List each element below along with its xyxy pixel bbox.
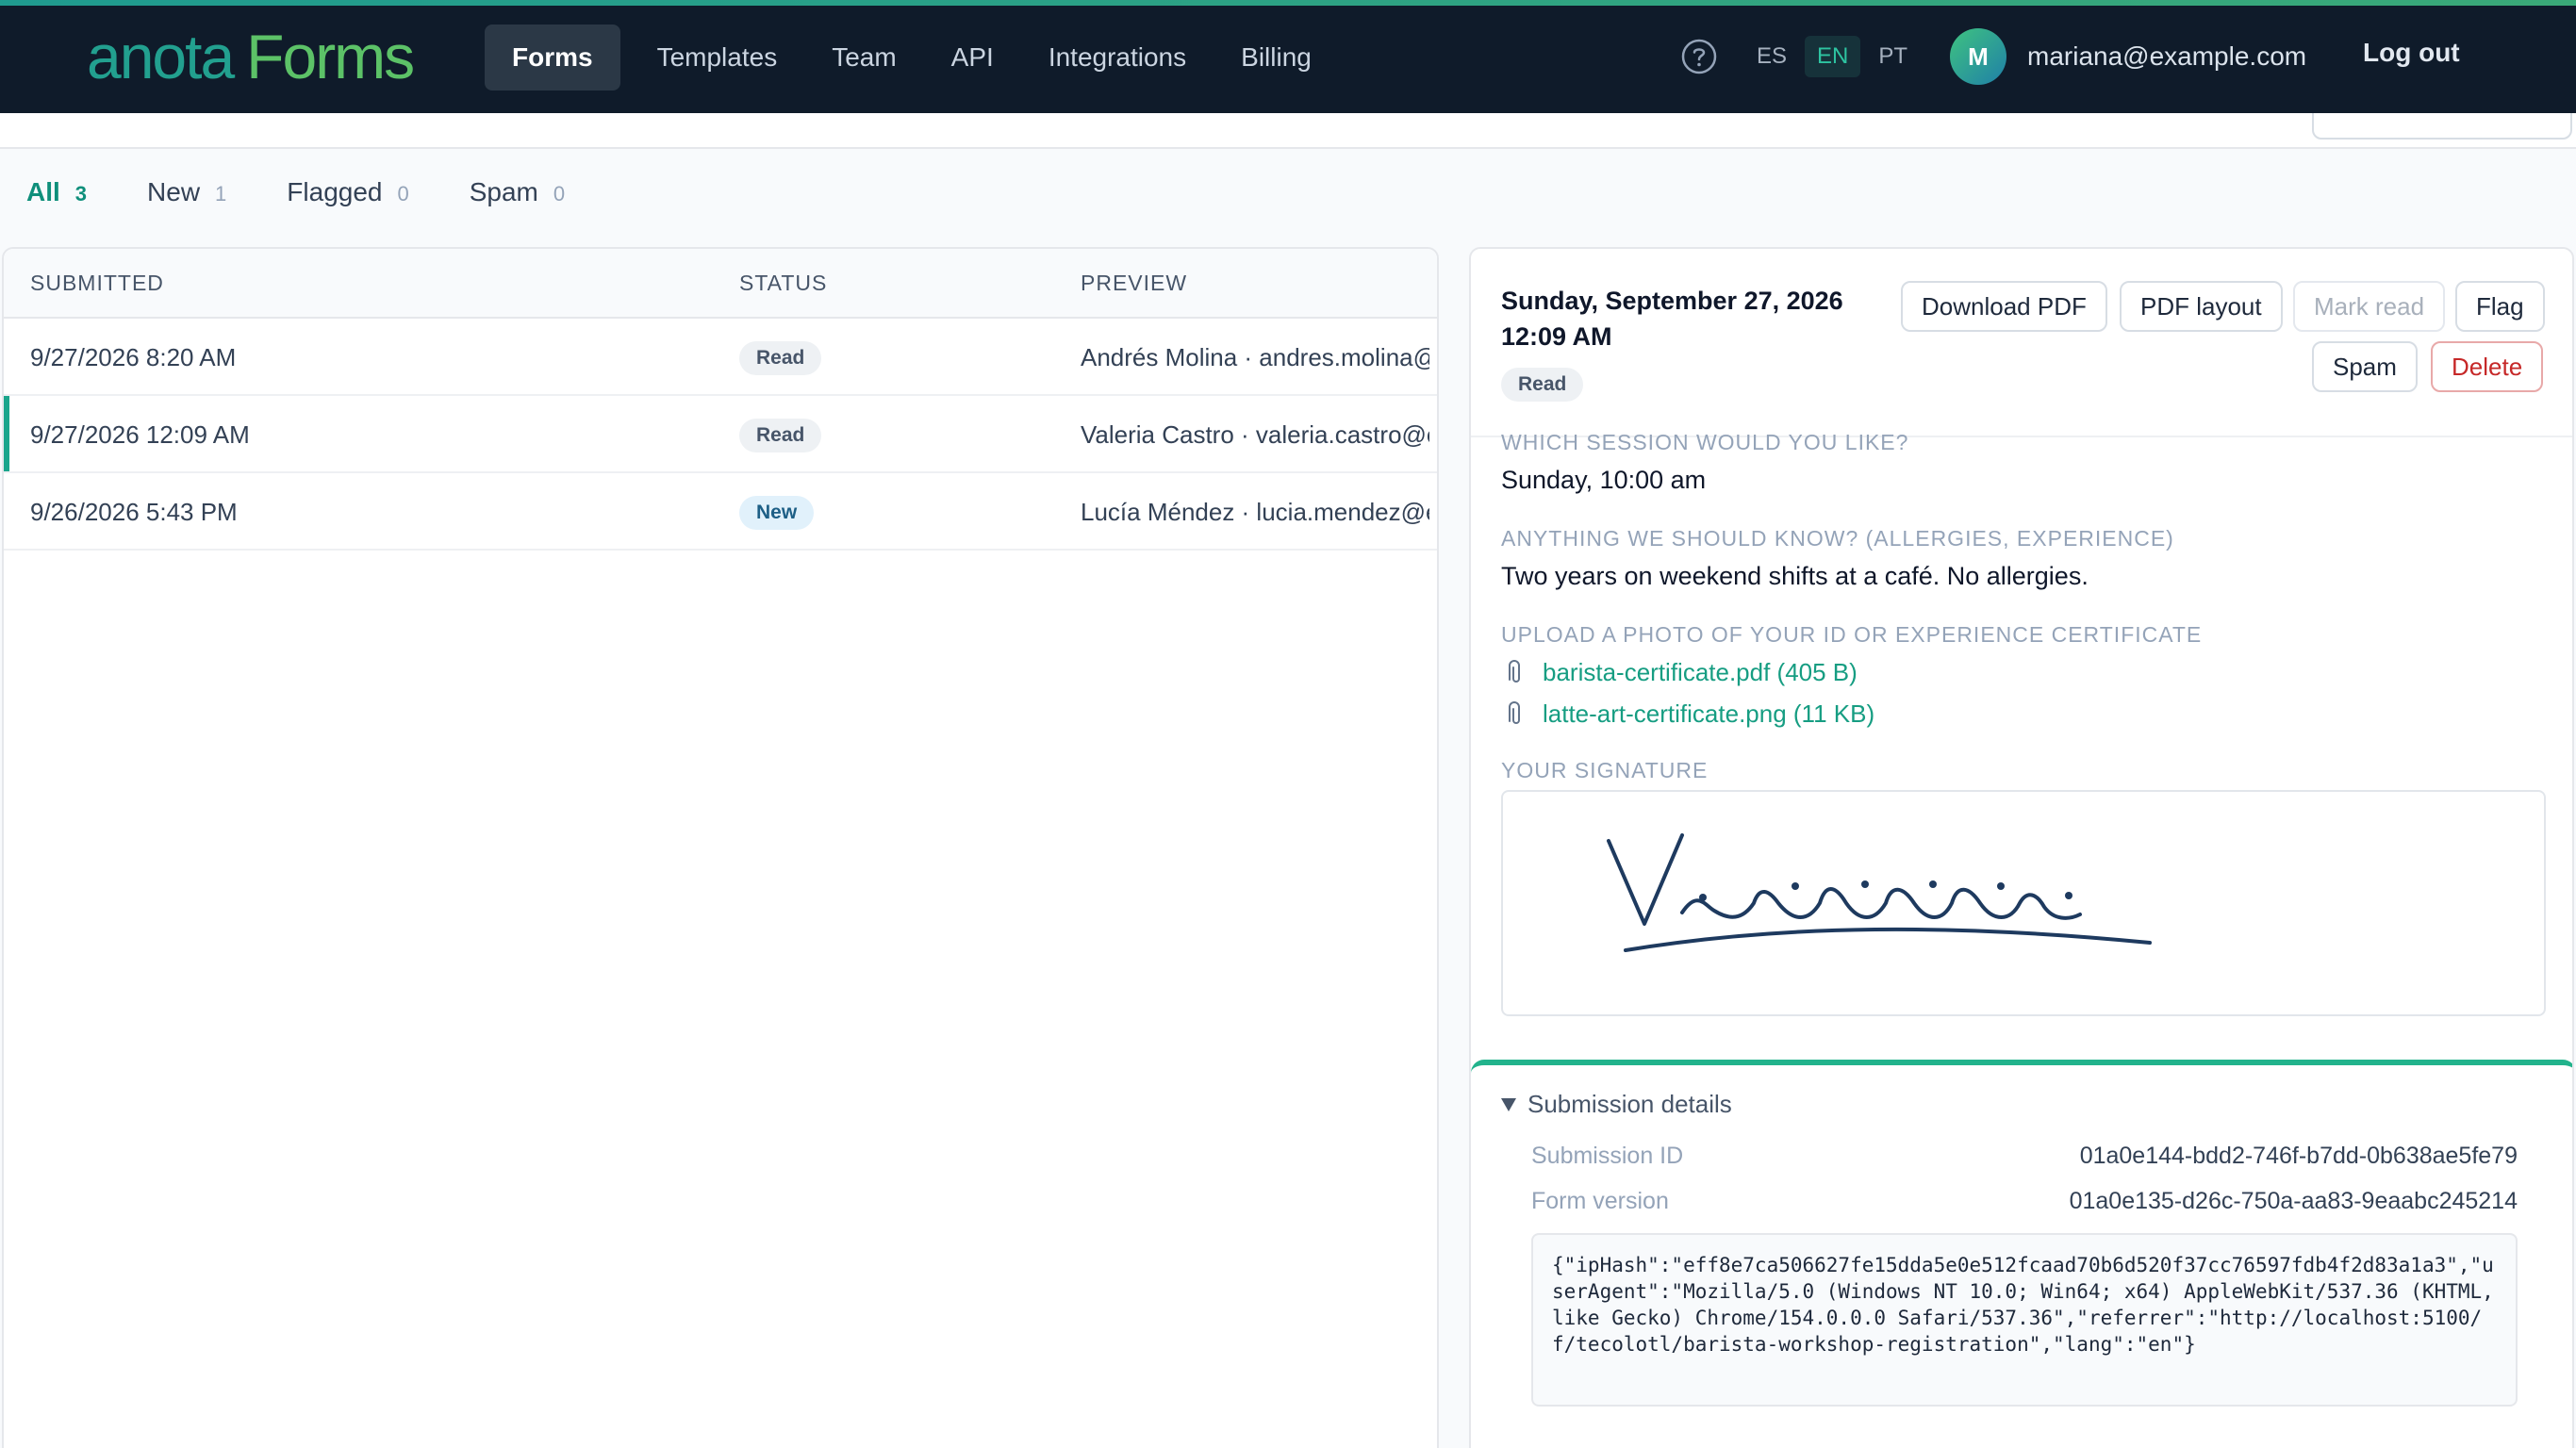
file-link-latte-art-certificate[interactable]: latte-art-certificate.png (11 KB) — [1501, 699, 1874, 729]
table-row-selected[interactable]: 9/27/2026 12:09 AM Read Valeria Castro ·… — [4, 396, 1437, 473]
logout-button[interactable]: Log out — [2363, 38, 2460, 68]
field-value-notes: Two years on weekend shifts at a café. N… — [1501, 562, 2089, 590]
filter-label: Spam — [469, 177, 538, 206]
form-version-value: 01a0e135-d26c-750a-aa83-9eaabc245214 — [2069, 1188, 2518, 1214]
row-submitted: 9/27/2026 8:20 AM — [30, 343, 237, 371]
nav-item-forms[interactable]: Forms — [485, 25, 620, 90]
language-switcher: ES EN PT — [1744, 36, 1920, 77]
submission-details-section: Submission details Submission ID 01a0e14… — [1471, 1060, 2572, 1448]
submission-details-label: Submission details — [1527, 1090, 1732, 1118]
header-action-button[interactable] — [2312, 113, 2572, 140]
lang-pt[interactable]: PT — [1866, 36, 1920, 77]
download-pdf-button[interactable]: Download PDF — [1901, 281, 2107, 332]
spam-button[interactable]: Spam — [2312, 341, 2418, 392]
app-logo[interactable]: anota Forms — [87, 21, 415, 92]
lang-en[interactable]: EN — [1805, 36, 1861, 77]
row-submitted: 9/27/2026 12:09 AM — [30, 420, 250, 449]
submission-details-toggle[interactable]: Submission details — [1501, 1090, 1732, 1119]
mark-read-button[interactable]: Mark read — [2293, 281, 2446, 332]
paperclip-icon — [1509, 659, 1520, 683]
field-label-signature: YOUR SIGNATURE — [1501, 758, 1709, 782]
submissions-table: SUBMITTED STATUS PREVIEW 9/27/2026 8:20 … — [2, 247, 1439, 1448]
row-preview: Valeria Castro · valeria.castro@example.… — [1081, 420, 1429, 449]
nav-item-templates[interactable]: Templates — [630, 25, 805, 90]
column-header-status[interactable]: STATUS — [739, 271, 827, 296]
column-header-submitted[interactable]: SUBMITTED — [30, 271, 164, 296]
paperclip-icon — [1509, 700, 1520, 724]
file-name: barista-certificate.pdf (405 B) — [1543, 658, 1858, 686]
field-label-session: WHICH SESSION WOULD YOU LIKE? — [1501, 430, 1909, 454]
status-badge: New — [739, 496, 815, 530]
help-circle-icon[interactable] — [1680, 38, 1718, 75]
column-header-preview: PREVIEW — [1081, 270, 1188, 295]
status-badge: Read — [739, 419, 822, 452]
filter-count: 0 — [553, 182, 566, 206]
file-link-barista-certificate[interactable]: barista-certificate.pdf (405 B) — [1501, 658, 1858, 687]
filter-count: 0 — [397, 182, 409, 206]
submission-detail-panel: Sunday, September 27, 2026 12:09 AM Read… — [1469, 247, 2574, 1448]
signature-drawing — [1607, 833, 2152, 952]
main-nav: Forms Templates Team API Integrations Bi… — [485, 25, 1339, 90]
nav-item-team[interactable]: Team — [804, 25, 923, 90]
filter-count: 3 — [74, 182, 88, 206]
nav-item-billing[interactable]: Billing — [1214, 25, 1339, 90]
status-badge: Read — [1501, 368, 1584, 402]
table-row[interactable]: 9/27/2026 8:20 AM Read Andrés Molina · a… — [4, 319, 1437, 396]
page-subheader — [0, 113, 2576, 149]
row-preview: Lucía Méndez · lucia.mendez@example.com — [1081, 498, 1429, 526]
metadata-json: {"ipHash":"eff8e7ca506627fe15dda5e0e512f… — [1531, 1233, 2518, 1407]
filter-tab-flagged[interactable]: Flagged 0 — [287, 177, 408, 207]
triangle-down-icon — [1501, 1097, 1516, 1111]
submission-id-label: Submission ID — [1531, 1143, 1684, 1169]
field-label-upload: UPLOAD A PHOTO OF YOUR ID OR EXPERIENCE … — [1501, 622, 2203, 647]
user-email[interactable]: mariana@example.com — [2027, 41, 2306, 72]
filter-tab-new[interactable]: New 1 — [147, 177, 226, 207]
table-header: SUBMITTED STATUS PREVIEW — [4, 249, 1437, 319]
delete-button[interactable]: Delete — [2431, 341, 2544, 392]
avatar[interactable]: M — [1950, 28, 2006, 85]
submission-time: 12:09 AM — [1501, 322, 1612, 351]
field-label-notes: ANYTHING WE SHOULD KNOW? (ALLERGIES, EXP… — [1501, 526, 2174, 551]
top-navbar: anota Forms Forms Templates Team API Int… — [0, 0, 2576, 113]
logo-text-anota: anota — [87, 22, 235, 91]
submission-date: Sunday, September 27, 2026 — [1501, 287, 1843, 315]
logo-text-forms: Forms — [246, 22, 415, 91]
submission-id-value: 01a0e144-bdd2-746f-b7dd-0b638ae5fe79 — [2079, 1143, 2518, 1169]
pdf-layout-button[interactable]: PDF layout — [2120, 281, 2283, 332]
file-name: latte-art-certificate.png (11 KB) — [1543, 699, 1875, 728]
form-version-label: Form version — [1531, 1188, 1669, 1214]
row-submitted: 9/26/2026 5:43 PM — [30, 498, 238, 526]
nav-item-integrations[interactable]: Integrations — [1021, 25, 1214, 90]
submission-datetime: Sunday, September 27, 2026 12:09 AM — [1501, 283, 1907, 354]
row-preview: Andrés Molina · andres.molina@example.co… — [1081, 343, 1429, 371]
filter-label: Flagged — [287, 177, 383, 206]
top-accent-bar — [0, 0, 2576, 6]
filter-tab-all[interactable]: All 3 — [26, 177, 87, 207]
field-value-session: Sunday, 10:00 am — [1501, 466, 1707, 494]
flag-button[interactable]: Flag — [2455, 281, 2545, 332]
table-row[interactable]: 9/26/2026 5:43 PM New Lucía Méndez · luc… — [4, 473, 1437, 551]
filter-count: 1 — [215, 182, 227, 206]
filter-label: New — [147, 177, 201, 206]
nav-item-api[interactable]: API — [924, 25, 1021, 90]
signature-box — [1501, 790, 2546, 1016]
status-filter-tabs: All 3 New 1 Flagged 0 Spam 0 — [26, 177, 625, 207]
status-badge: Read — [739, 341, 822, 375]
filter-label: All — [26, 177, 60, 206]
filter-tab-spam[interactable]: Spam 0 — [470, 177, 565, 207]
lang-es[interactable]: ES — [1744, 36, 1799, 77]
